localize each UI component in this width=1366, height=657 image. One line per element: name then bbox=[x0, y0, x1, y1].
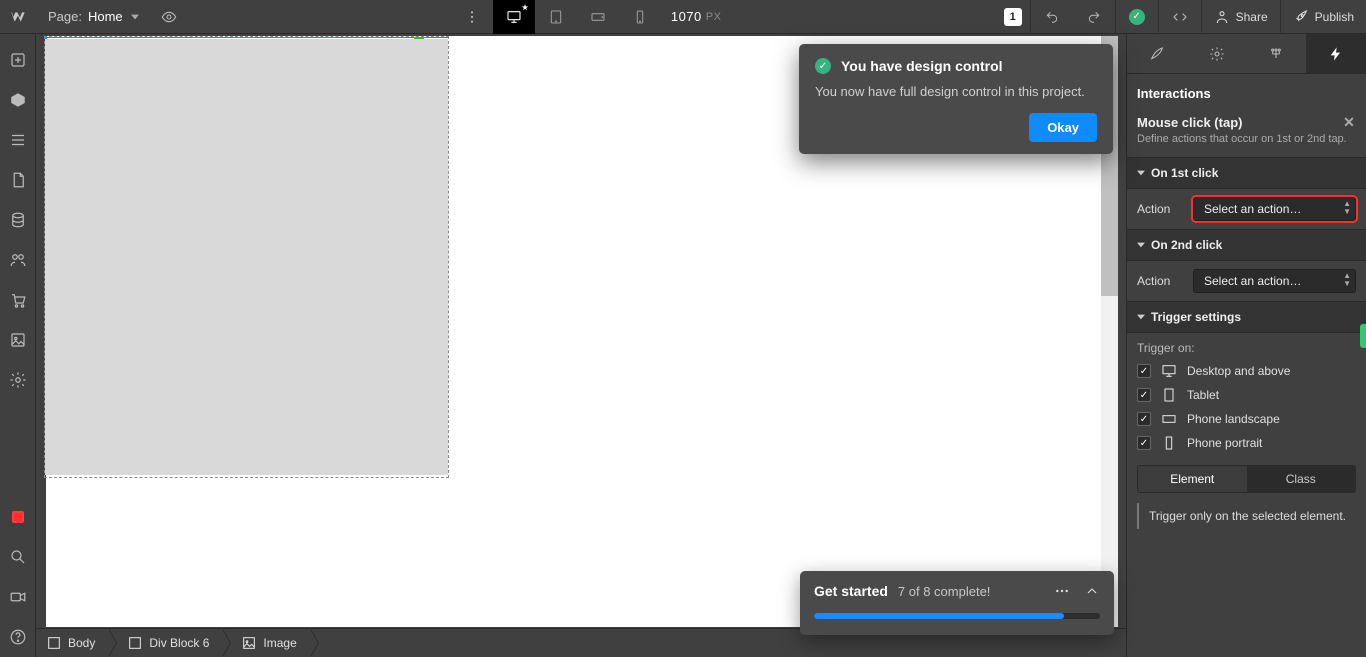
trigger-scope-note: Trigger only on the selected element. bbox=[1137, 503, 1356, 529]
top-right: 1 ✓ Share Publish bbox=[996, 0, 1366, 34]
status-icon[interactable]: ✓ bbox=[1116, 0, 1158, 34]
seg-class[interactable]: Class bbox=[1247, 466, 1356, 492]
crumb-image[interactable]: Image bbox=[223, 629, 310, 657]
panel-title: Interactions bbox=[1127, 74, 1366, 111]
settings-button[interactable] bbox=[0, 360, 36, 400]
symbols-button[interactable] bbox=[0, 80, 36, 120]
second-click-action-row: Action Select an action… ▲▼ bbox=[1127, 261, 1366, 301]
bp-tablet-row[interactable]: ✓ Tablet bbox=[1127, 383, 1366, 407]
assets-button[interactable] bbox=[0, 320, 36, 360]
tab-interactions[interactable] bbox=[1306, 34, 1366, 73]
seg-element[interactable]: Element bbox=[1138, 466, 1247, 492]
users-button[interactable] bbox=[0, 240, 36, 280]
tab-style[interactable] bbox=[1127, 34, 1187, 73]
checkbox-phone-landscape[interactable]: ✓ bbox=[1137, 412, 1151, 426]
ecommerce-button[interactable] bbox=[0, 280, 36, 320]
device-desktop-button[interactable] bbox=[493, 0, 535, 34]
checkbox-desktop[interactable]: ✓ bbox=[1137, 364, 1151, 378]
more-icon[interactable] bbox=[1054, 583, 1070, 599]
page-selector[interactable]: Page: Home bbox=[36, 0, 151, 34]
crumb-div[interactable]: Div Block 6 bbox=[109, 629, 223, 657]
div-block-outline bbox=[44, 36, 449, 478]
publish-button[interactable]: Publish bbox=[1281, 0, 1366, 34]
section-on-second-click[interactable]: On 2nd click bbox=[1127, 229, 1366, 261]
trigger-description: Define actions that occur on 1st or 2nd … bbox=[1127, 132, 1366, 157]
tab-element-settings[interactable] bbox=[1187, 34, 1247, 73]
selected-image-placeholder[interactable] bbox=[45, 39, 448, 475]
undo-button[interactable] bbox=[1031, 0, 1073, 34]
navigator-button[interactable] bbox=[0, 120, 36, 160]
first-action-select[interactable]: Select an action… ▲▼ bbox=[1193, 197, 1356, 221]
device-tablet-button[interactable] bbox=[535, 0, 577, 34]
webflow-logo[interactable] bbox=[0, 0, 36, 34]
device-phone-landscape-button[interactable] bbox=[577, 0, 619, 34]
video-button[interactable] bbox=[0, 577, 36, 617]
right-panel: Interactions Mouse click (tap) ✕ Define … bbox=[1126, 34, 1366, 657]
checkbox-tablet[interactable]: ✓ bbox=[1137, 388, 1151, 402]
section-trigger-settings[interactable]: Trigger settings bbox=[1127, 301, 1366, 333]
second-action-select[interactable]: Select an action… ▲▼ bbox=[1193, 269, 1356, 293]
kebab-menu-icon[interactable] bbox=[451, 0, 493, 34]
first-click-action-row: Action Select an action… ▲▼ bbox=[1127, 189, 1366, 229]
section-on-first-click[interactable]: On 1st click bbox=[1127, 157, 1366, 189]
cms-button[interactable] bbox=[0, 200, 36, 240]
chevron-up-icon[interactable] bbox=[1084, 583, 1100, 599]
add-element-button[interactable] bbox=[0, 40, 36, 80]
tab-style-manager[interactable] bbox=[1247, 34, 1307, 73]
device-phone-portrait-button[interactable] bbox=[619, 0, 661, 34]
redo-button[interactable] bbox=[1073, 0, 1115, 34]
bp-phone-landscape-row[interactable]: ✓ Phone landscape bbox=[1127, 407, 1366, 431]
trigger-header: Mouse click (tap) ✕ bbox=[1127, 111, 1366, 132]
bp-desktop-row[interactable]: ✓ Desktop and above bbox=[1127, 359, 1366, 383]
progress-bar bbox=[814, 613, 1100, 619]
close-trigger-icon[interactable]: ✕ bbox=[1340, 113, 1358, 131]
canvas-width[interactable]: 1070 PX bbox=[661, 9, 732, 24]
collaborators-badge[interactable]: 1 bbox=[1004, 8, 1022, 26]
design-control-toast: ✓ You have design control You now have f… bbox=[799, 44, 1113, 154]
record-button[interactable] bbox=[0, 497, 36, 537]
seg-element-class: Element Class bbox=[1137, 465, 1356, 493]
bp-phone-portrait-row[interactable]: ✓ Phone portrait bbox=[1127, 431, 1366, 455]
preview-eye-icon[interactable] bbox=[151, 0, 187, 34]
checkbox-phone-portrait[interactable]: ✓ bbox=[1137, 436, 1151, 450]
help-button[interactable] bbox=[0, 617, 36, 657]
crumb-body[interactable]: Body bbox=[36, 629, 109, 657]
topbar: Page: Home 1070 PX 1 bbox=[0, 0, 1366, 34]
device-group: 1070 PX bbox=[493, 0, 732, 34]
okay-button[interactable]: Okay bbox=[1029, 113, 1097, 142]
panel-tabs bbox=[1127, 34, 1366, 74]
panel-green-tab[interactable] bbox=[1360, 324, 1366, 348]
pages-button[interactable] bbox=[0, 160, 36, 200]
trigger-on-label: Trigger on: bbox=[1127, 333, 1366, 359]
left-rail bbox=[0, 34, 36, 657]
check-icon: ✓ bbox=[815, 58, 831, 74]
get-started-bar[interactable]: Get started 7 of 8 complete! bbox=[800, 571, 1114, 635]
search-button[interactable] bbox=[0, 537, 36, 577]
export-code-icon[interactable] bbox=[1159, 0, 1201, 34]
share-button[interactable]: Share bbox=[1202, 0, 1280, 34]
